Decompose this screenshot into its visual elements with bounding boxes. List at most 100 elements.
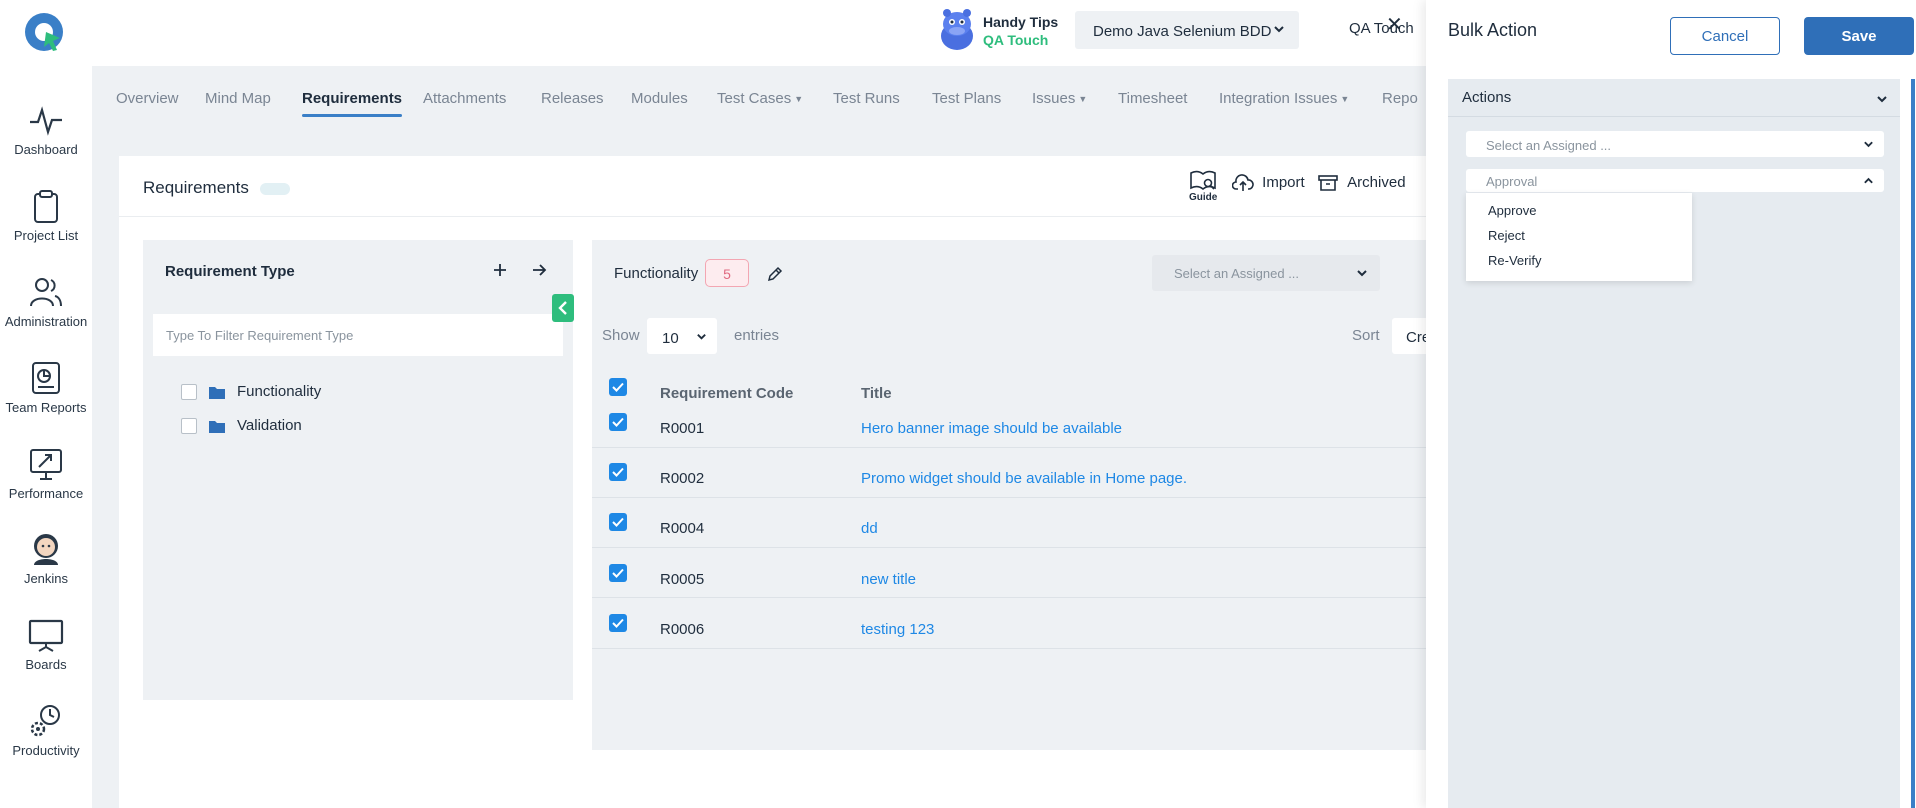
sidebar-item-productivity[interactable]: Productivity: [0, 703, 92, 758]
tab-test-plans[interactable]: Test Plans: [932, 90, 1001, 107]
cloud-upload-icon: [1231, 174, 1254, 192]
tab-label: Integration Issues: [1219, 90, 1338, 107]
sidebar-item-label: Performance: [8, 486, 84, 501]
folder-icon: [209, 420, 225, 433]
requirement-title-link[interactable]: dd: [861, 520, 878, 537]
sidebar-item-administration[interactable]: Administration: [0, 274, 92, 329]
sidebar-item-dashboard[interactable]: Dashboard: [0, 102, 92, 157]
sidebar-item-label: Team Reports: [5, 400, 87, 415]
group-title: Functionality: [614, 265, 699, 282]
row-checkbox[interactable]: [609, 513, 627, 531]
archived-label: Archived: [1347, 174, 1406, 191]
project-selector[interactable]: Demo Java Selenium BDD: [1075, 11, 1299, 49]
close-icon[interactable]: ✕: [1386, 12, 1403, 37]
guide-button[interactable]: Guide: [1189, 170, 1217, 203]
tab-timesheet[interactable]: Timesheet: [1118, 90, 1187, 107]
bulk-action-drawer: Bulk Action Cancel Save Actions Select a…: [1426, 0, 1916, 808]
requirements-list-panel: Functionality 5 Select an Assigned ... S…: [592, 240, 1519, 750]
requirement-title-link[interactable]: new title: [861, 571, 916, 588]
sidebar-item-performance[interactable]: Performance: [0, 446, 92, 501]
archive-icon: [1318, 175, 1338, 191]
page-size-value: 10: [662, 330, 679, 347]
clipboard-icon: [34, 190, 58, 223]
row-checkbox[interactable]: [609, 564, 627, 582]
requirement-type-filter-input[interactable]: [153, 314, 563, 356]
board-icon: [28, 619, 64, 652]
requirement-title-link[interactable]: testing 123: [861, 621, 934, 638]
tree-checkbox[interactable]: [181, 418, 197, 435]
pulse-icon: [30, 106, 62, 136]
requirement-code: R0006: [660, 621, 705, 638]
approval-options-menu: Approve Reject Re-Verify: [1466, 193, 1692, 281]
sidebar-item-label: Boards: [25, 657, 67, 672]
check-icon: [612, 382, 624, 392]
caret-down-icon: ▼: [1340, 94, 1350, 105]
tab-attachments[interactable]: Attachments: [423, 90, 506, 107]
user-name[interactable]: QA Touch: [1349, 20, 1414, 37]
count-pill: [260, 183, 290, 195]
tab-test-runs[interactable]: Test Runs: [833, 90, 900, 107]
actions-accordion-header[interactable]: Actions: [1448, 79, 1900, 117]
option-reject[interactable]: Reject: [1488, 228, 1525, 243]
check-icon: [612, 568, 624, 578]
add-icon[interactable]: [492, 262, 508, 278]
approval-select[interactable]: Approval: [1466, 169, 1884, 192]
guide-label: Guide: [1189, 192, 1218, 203]
arrow-right-icon[interactable]: [531, 262, 547, 278]
cancel-button[interactable]: Cancel: [1670, 17, 1780, 55]
tab-label: Issues: [1032, 90, 1076, 107]
book-search-icon: [1190, 170, 1216, 190]
tab-modules[interactable]: Modules: [631, 90, 688, 107]
tab-overview[interactable]: Overview: [116, 90, 179, 107]
import-button[interactable]: Import: [1231, 174, 1305, 192]
drawer-scrollbar[interactable]: [1911, 79, 1915, 808]
archived-button[interactable]: Archived: [1318, 174, 1406, 192]
option-re-verify[interactable]: Re-Verify: [1488, 253, 1541, 268]
tab-label: Test Cases: [717, 90, 792, 107]
save-button[interactable]: Save: [1804, 17, 1914, 55]
handy-tips[interactable]: Handy Tips QA Touch: [935, 6, 1065, 56]
tree-checkbox[interactable]: [181, 384, 197, 401]
sidebar-item-label: Productivity: [12, 743, 80, 758]
select-all-checkbox[interactable]: [609, 378, 627, 396]
sidebar-item-project-list[interactable]: Project List: [0, 188, 92, 243]
tree-item-functionality[interactable]: Functionality: [181, 383, 321, 401]
tab-test-cases[interactable]: Test Cases ▼: [717, 90, 803, 107]
row-checkbox[interactable]: [609, 413, 627, 431]
requirement-code: R0002: [660, 470, 705, 487]
import-label: Import: [1262, 174, 1305, 191]
tab-releases[interactable]: Releases: [541, 90, 604, 107]
page-size-select[interactable]: 10: [647, 318, 717, 354]
sidebar-item-team-reports[interactable]: Team Reports: [0, 360, 92, 415]
left-sidebar: Dashboard Project List Administration Te…: [0, 0, 92, 808]
sidebar-item-label: Project List: [13, 228, 79, 243]
requirement-title-link[interactable]: Promo widget should be available in Home…: [861, 470, 1187, 487]
option-approve[interactable]: Approve: [1488, 203, 1536, 218]
tab-issues[interactable]: Issues ▼: [1032, 90, 1087, 107]
sidebar-item-boards[interactable]: Boards: [0, 617, 92, 672]
requirement-title-link[interactable]: Hero banner image should be available: [861, 420, 1122, 437]
edit-icon[interactable]: [767, 266, 783, 282]
collapse-panel-button[interactable]: [552, 294, 574, 322]
row-divider: [592, 648, 1519, 649]
column-header-requirement-code[interactable]: Requirement Code: [660, 385, 793, 402]
bulk-assignee-select[interactable]: Select an Assigned ...: [1466, 131, 1884, 157]
requirement-code: R0001: [660, 420, 705, 437]
row-checkbox[interactable]: [609, 463, 627, 481]
row-checkbox[interactable]: [609, 614, 627, 632]
tab-mind-map[interactable]: Mind Map: [205, 90, 271, 107]
column-header-title[interactable]: Title: [861, 385, 892, 402]
sidebar-item-label: Administration: [4, 314, 88, 329]
chevron-down-icon: [1864, 141, 1873, 148]
requirement-code: R0004: [660, 520, 705, 537]
assignee-select[interactable]: Select an Assigned ...: [1152, 255, 1380, 291]
actions-section: Actions Select an Assigned ... Approval …: [1448, 79, 1900, 808]
qatouch-logo[interactable]: [22, 10, 66, 54]
tab-requirements[interactable]: Requirements: [302, 90, 403, 117]
tab-reports[interactable]: Repo: [1382, 90, 1418, 107]
chevron-down-icon: [1274, 26, 1284, 33]
tab-integration-issues[interactable]: Integration Issues ▼: [1219, 90, 1349, 107]
sidebar-item-jenkins[interactable]: Jenkins: [0, 531, 92, 586]
card-divider: [119, 216, 1519, 217]
tree-item-validation[interactable]: Validation: [181, 417, 302, 435]
